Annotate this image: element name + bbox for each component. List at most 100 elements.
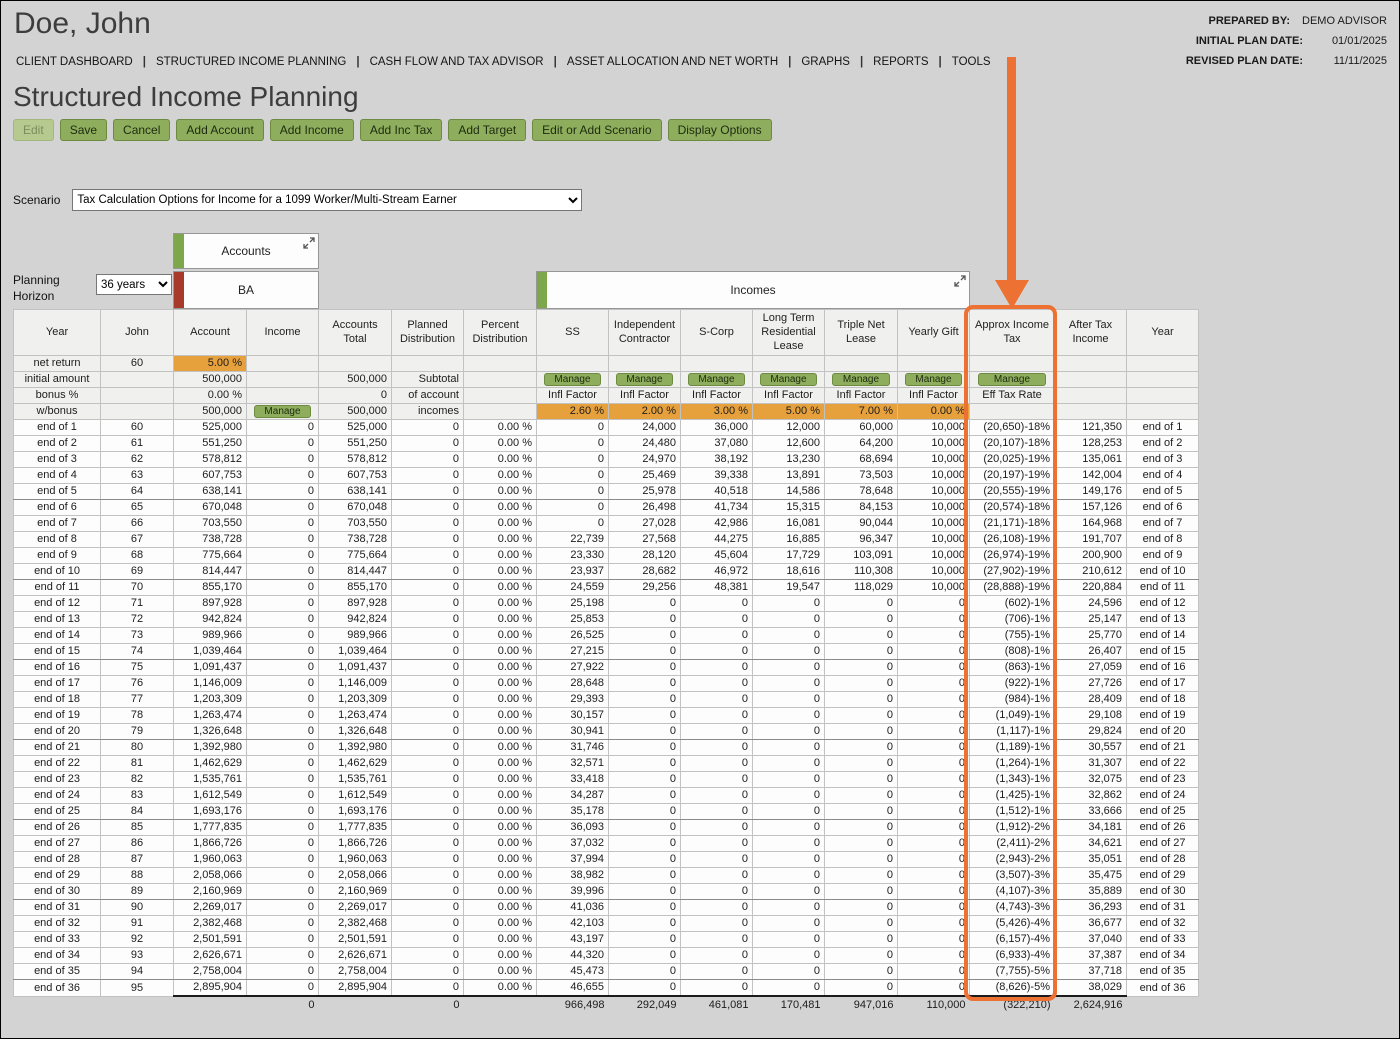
cell: 34,621 (1055, 836, 1127, 852)
expand-icon[interactable] (303, 237, 315, 249)
subtotal-label: Subtotal (392, 372, 464, 388)
cell: 0 (537, 468, 609, 484)
cell: 0 (753, 820, 825, 836)
initial-plan-date-label: INITIAL PLAN DATE: (1196, 35, 1303, 47)
cell: 0 (609, 644, 681, 660)
cell: 0 (609, 772, 681, 788)
col-header-john: John (101, 310, 174, 356)
cell: 1,462,629 (319, 756, 392, 772)
cell: 0 (753, 772, 825, 788)
nav-item-graphs[interactable]: GRAPHS (801, 56, 850, 68)
nav-item-tools[interactable]: TOOLS (952, 56, 991, 68)
cell: 0 (898, 612, 970, 628)
year-label-right: end of 25 (1127, 804, 1199, 820)
cell (825, 356, 898, 372)
manage-button[interactable]: Manage (760, 373, 816, 386)
manage-button[interactable]: Manage (616, 373, 672, 386)
cell: 0 (681, 884, 753, 900)
manage-button[interactable]: Manage (832, 373, 889, 386)
save-button[interactable]: Save (60, 119, 107, 141)
cell: 0 (825, 820, 898, 836)
manage-button[interactable]: Manage (905, 373, 961, 386)
cell: 0 (898, 692, 970, 708)
cell: 164,968 (1055, 516, 1127, 532)
nav-separator: | (554, 56, 557, 68)
cell: 1,039,464 (174, 644, 247, 660)
infl-factor-value: 0.00 % (898, 404, 970, 420)
incomes-group-header: Incomes (536, 271, 970, 309)
add-target-button[interactable]: Add Target (448, 119, 526, 141)
cell: 10,000 (898, 500, 970, 516)
cell: 0 (898, 628, 970, 644)
year-label: end of 21 (14, 740, 101, 756)
infl-factor-label: Infl Factor (537, 388, 609, 404)
cell: 2,626,671 (319, 948, 392, 964)
cell: 13,230 (753, 452, 825, 468)
cell: 10,000 (898, 452, 970, 468)
manage-button[interactable]: Manage (254, 405, 310, 418)
table-row: end of 36952,895,90402,895,90400.00 %46,… (14, 980, 1199, 997)
col-header-year-right: Year (1127, 310, 1199, 356)
manage-button[interactable]: Manage (544, 373, 600, 386)
table-row: end of 17761,146,00901,146,00900.00 %28,… (14, 676, 1199, 692)
cell: 0 (898, 644, 970, 660)
cancel-button[interactable]: Cancel (113, 119, 170, 141)
nav-item-reports[interactable]: REPORTS (873, 56, 928, 68)
cell: 1,091,437 (319, 660, 392, 676)
cell: 0 (825, 612, 898, 628)
cell: 738,728 (174, 532, 247, 548)
cell: 0 (247, 484, 319, 500)
row-label-initial-amount: initial amount (14, 372, 101, 388)
cell: 0 (247, 580, 319, 596)
scenario-select[interactable]: Tax Calculation Options for Income for a… (72, 189, 582, 211)
income-manage-cell: Manage (825, 372, 898, 388)
eff-tax-rate-label: Eff Tax Rate (970, 388, 1055, 404)
table-row: end of 665670,0480670,04800.00 %026,4984… (14, 500, 1199, 516)
cell: 2,269,017 (319, 900, 392, 916)
nav-item-cash-flow-and-tax-advisor[interactable]: CASH FLOW AND TAX ADVISOR (370, 56, 544, 68)
cell: 31,307 (1055, 756, 1127, 772)
cell: 1,612,549 (174, 788, 247, 804)
cell: 17,729 (753, 548, 825, 564)
infl-factor-label: Infl Factor (825, 388, 898, 404)
add-inc-tax-button[interactable]: Add Inc Tax (360, 119, 442, 141)
cell: 23,330 (537, 548, 609, 564)
display-options-button[interactable]: Display Options (668, 119, 772, 141)
cell: 942,824 (174, 612, 247, 628)
planning-horizon-select[interactable]: 36 years (96, 274, 172, 295)
cell: 0 (392, 772, 464, 788)
edit-button[interactable]: Edit (13, 119, 54, 141)
cell: 0 (753, 596, 825, 612)
cell: 12,000 (753, 420, 825, 436)
cell: 0 (825, 772, 898, 788)
cell: 0 (247, 900, 319, 916)
revised-plan-date-label: REVISED PLAN DATE: (1186, 55, 1303, 67)
cell: 0 (753, 900, 825, 916)
nav-item-client-dashboard[interactable]: CLIENT DASHBOARD (16, 56, 133, 68)
edit-or-add-scenario-button[interactable]: Edit or Add Scenario (532, 119, 661, 141)
year-label-right: end of 9 (1127, 548, 1199, 564)
cell: 12,600 (753, 436, 825, 452)
add-income-button[interactable]: Add Income (270, 119, 354, 141)
cell: 0.00 % (464, 916, 537, 932)
manage-button[interactable]: Manage (978, 373, 1046, 386)
nav-item-structured-income-planning[interactable]: STRUCTURED INCOME PLANNING (156, 56, 346, 68)
cell: 10,000 (898, 564, 970, 580)
cell: 1,263,474 (319, 708, 392, 724)
expand-icon[interactable] (954, 275, 966, 287)
cell: (20,197)-19% (970, 468, 1055, 484)
cell: (1,264)-1% (970, 756, 1055, 772)
cell: (808)-1% (970, 644, 1055, 660)
cell: 2,895,904 (174, 980, 247, 997)
cell: 29,824 (1055, 724, 1127, 740)
col-header-approx-income-tax: Approx Income Tax (970, 310, 1055, 356)
nav-item-asset-allocation-and-net-worth[interactable]: ASSET ALLOCATION AND NET WORTH (567, 56, 778, 68)
cell: 64 (101, 484, 174, 500)
manage-button[interactable]: Manage (688, 373, 744, 386)
add-account-button[interactable]: Add Account (176, 119, 263, 141)
cell: 0 (319, 388, 392, 404)
cell: 25,770 (1055, 628, 1127, 644)
cell: 1,866,726 (174, 836, 247, 852)
income-manage-cell: Manage (898, 372, 970, 388)
cell: 77 (101, 692, 174, 708)
